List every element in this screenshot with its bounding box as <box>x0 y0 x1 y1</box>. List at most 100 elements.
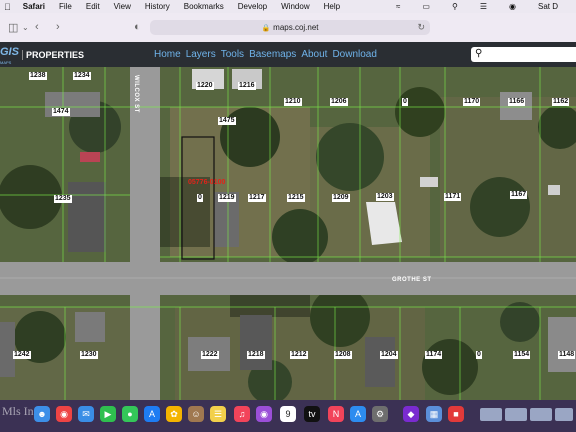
tv-icon[interactable]: tv <box>304 406 320 422</box>
parcel-label: 1219 <box>218 194 236 202</box>
preview-icon[interactable]: ▦ <box>426 406 442 422</box>
reload-icon[interactable]: ↻ <box>417 22 425 33</box>
news-icon[interactable]: N <box>328 406 344 422</box>
parcel-label: 1222 <box>201 351 219 359</box>
calendar-icon[interactable]: 9 <box>280 406 296 422</box>
minimized-window-thumb[interactable] <box>505 408 527 421</box>
forward-icon[interactable]: › <box>56 21 60 33</box>
parcel-label: 1171 <box>444 193 462 201</box>
parcel-label: 1238 <box>29 72 47 80</box>
music-icon[interactable]: ♫ <box>234 406 250 422</box>
parcel-label: 1475 <box>218 117 236 125</box>
nav-about[interactable]: About <box>301 49 327 60</box>
parcel-label: 1204 <box>380 351 398 359</box>
calendar-day: 9 <box>285 409 291 419</box>
apple-icon[interactable]:  <box>4 2 11 12</box>
parcel-label: 1208 <box>334 351 352 359</box>
trash-icon[interactable] <box>555 408 573 421</box>
nav-home[interactable]: Home <box>154 49 181 60</box>
parcel-label: 1215 <box>287 194 305 202</box>
section-title: PROPERTIES <box>22 50 84 60</box>
nav-tools[interactable]: Tools <box>221 49 244 60</box>
nav-basemaps[interactable]: Basemaps <box>249 49 296 60</box>
facetime-icon[interactable]: ▶ <box>100 406 116 422</box>
street-label-wilcox: WILCOX ST <box>133 75 139 113</box>
parcel-label: 1203 <box>376 193 394 201</box>
nav-layers[interactable]: Layers <box>186 49 216 60</box>
street-label-grothe: GROTHE ST <box>392 277 432 283</box>
chrome-icon[interactable]: ◉ <box>56 406 72 422</box>
contacts-icon[interactable]: ☺ <box>188 406 204 422</box>
search-input[interactable]: ⚲ <box>471 47 576 62</box>
parcel-label: 1212 <box>290 351 308 359</box>
menu-help[interactable]: Help <box>324 2 340 11</box>
battery-icon[interactable]: ▭ <box>422 2 430 11</box>
menu-file[interactable]: File <box>59 2 72 11</box>
photos-icon[interactable]: ✿ <box>166 406 182 422</box>
parcel-label: 1220 <box>196 82 214 90</box>
parcel-label: 1167 <box>510 191 528 199</box>
site-nav: Home Layers Tools Basemaps About Downloa… <box>154 49 377 60</box>
dock: Mls Inc ☻ ◉ ✉ ▶ ● A ✿ ☺ ☰ ♫ ◉ 9 tv N A ⚙… <box>0 400 576 432</box>
mail-icon[interactable]: ✉ <box>78 406 94 422</box>
messages-icon[interactable]: ● <box>122 406 138 422</box>
wifi-icon[interactable]: ≈ <box>396 2 400 11</box>
minimized-window-thumb[interactable] <box>480 408 502 421</box>
appstore-icon[interactable]: A <box>144 406 160 422</box>
parcel-label: 1218 <box>247 351 265 359</box>
control-center-icon[interactable]: ☰ <box>480 2 487 11</box>
menu-bookmarks[interactable]: Bookmarks <box>184 2 224 11</box>
parcel-label: 1217 <box>248 194 266 202</box>
parcel-label: 1170 <box>463 98 481 106</box>
parcel-label: 1216 <box>238 82 256 90</box>
parcel-label: 0 <box>476 351 482 359</box>
parcel-label: 1234 <box>73 72 91 80</box>
menu-clock[interactable]: Sat D <box>538 2 558 11</box>
search-icon[interactable]: ⚲ <box>475 48 482 59</box>
menu-edit[interactable]: Edit <box>86 2 100 11</box>
minimized-window-thumb[interactable] <box>530 408 552 421</box>
search-icon[interactable]: ⚲ <box>452 2 458 11</box>
map-view[interactable]: WILCOX ST GROTHE ST 05776-0100 1238 1234… <box>0 67 576 400</box>
site-header: GIS MAPS PROPERTIES Home Layers Tools Ba… <box>0 42 576 67</box>
vpn-icon[interactable]: ◆ <box>403 406 419 422</box>
parcel-label: 1166 <box>508 98 526 106</box>
parcel-label: 1148 <box>558 351 576 359</box>
menu-bar:  Safari File Edit View History Bookmark… <box>0 0 576 13</box>
parcel-label: 1154 <box>513 351 531 359</box>
siri-icon[interactable]: ◉ <box>509 2 516 11</box>
parcel-label: 1206 <box>330 98 348 106</box>
podcasts-icon[interactable]: ◉ <box>256 406 272 422</box>
sidebar-icon[interactable]: ◫ <box>8 21 18 34</box>
notes-icon[interactable]: ☰ <box>210 406 226 422</box>
site-logo[interactable]: GIS <box>0 46 19 58</box>
menu-view[interactable]: View <box>114 2 131 11</box>
nav-download[interactable]: Download <box>332 49 376 60</box>
parcel-label: 1474 <box>52 108 70 116</box>
selected-parcel-label: 05776-0100 <box>188 179 226 186</box>
privacy-icon[interactable]: ◐ <box>134 21 141 33</box>
address-bar[interactable]: 🔒 maps.coj.net ↻ <box>150 20 430 35</box>
crm-icon[interactable]: ■ <box>448 406 464 422</box>
parcel-label: 0 <box>197 194 203 202</box>
menu-window[interactable]: Window <box>281 2 309 11</box>
parcel-label: 0 <box>402 98 408 106</box>
lock-icon: 🔒 <box>261 24 271 32</box>
site-logo-sub: MAPS <box>0 60 12 65</box>
parcel-label: 1242 <box>13 351 31 359</box>
parcel-label: 1230 <box>80 351 98 359</box>
parcel-label: 1162 <box>552 98 570 106</box>
settings-icon[interactable]: ⚙ <box>372 406 388 422</box>
parcel-label: 1174 <box>425 351 443 359</box>
sidebar-chevron-icon[interactable]: ⌄ <box>22 23 29 32</box>
menu-history[interactable]: History <box>145 2 170 11</box>
menu-app-name[interactable]: Safari <box>23 2 45 11</box>
maps-alt-icon[interactable]: A <box>350 406 366 422</box>
parcel-label: 1210 <box>284 98 302 106</box>
menu-status-area: ≈ ▭ ⚲ ☰ ◉ Sat D <box>396 0 572 13</box>
parcel-label: 1209 <box>332 194 350 202</box>
menu-develop[interactable]: Develop <box>238 2 267 11</box>
finder-icon[interactable]: ☻ <box>34 406 50 422</box>
back-icon[interactable]: ‹ <box>35 21 39 33</box>
parcel-label: 1235 <box>54 195 72 203</box>
